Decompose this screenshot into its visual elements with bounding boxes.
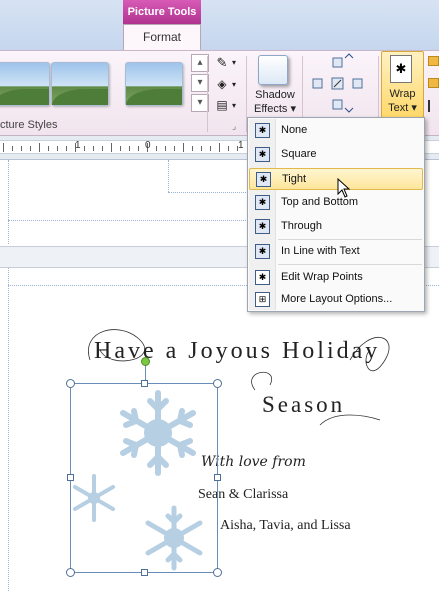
wrap-inline-icon: ✱ <box>255 244 270 259</box>
resize-handle-right[interactable] <box>214 474 221 481</box>
ruler-label: 1 <box>75 140 81 151</box>
menu-item-label: Through <box>281 220 322 232</box>
chevron-down-icon: ▾ <box>232 58 237 67</box>
ruler-tick <box>12 146 13 151</box>
picture-tools-tab-group: Picture Tools <box>123 0 201 24</box>
shadow-effects-icon <box>258 55 288 85</box>
ruler-tick <box>3 143 4 152</box>
align-icon[interactable] <box>428 100 439 112</box>
picture-selection-frame[interactable] <box>70 383 218 573</box>
menu-item-label: Edit Wrap Points <box>281 271 363 283</box>
menu-item-label: In Line with Text <box>281 245 360 257</box>
picture-style-thumbnail[interactable] <box>51 62 109 106</box>
menu-item-in-line-with-text[interactable]: ✱ In Line with Text <box>249 241 423 263</box>
dialog-launcher-icon[interactable]: ⌟ <box>232 121 236 132</box>
resize-handle-bottom-left[interactable] <box>66 568 75 577</box>
tab-format[interactable]: Format <box>123 24 201 50</box>
picture-style-thumbnail[interactable] <box>0 62 50 106</box>
margin-guide <box>168 192 248 193</box>
wrap-text-label: Text ▾ <box>388 102 417 114</box>
wrap-text-menu: ✱ None ✱ Square ✱ Tight ✱ Top and Bottom… <box>247 117 425 312</box>
rotate-handle[interactable] <box>141 357 150 366</box>
menu-item-more-layout-options[interactable]: ⊞ More Layout Options... <box>249 289 423 311</box>
edit-wrap-points-icon: ✱ <box>255 270 270 285</box>
ruler-tick <box>120 146 121 151</box>
menu-item-label: None <box>281 124 308 136</box>
menu-item-label: Square <box>281 148 317 160</box>
menu-item-label: Tight <box>282 173 307 185</box>
resize-handle-bottom[interactable] <box>141 569 148 576</box>
ruler-tick <box>183 143 184 152</box>
menu-item-tight[interactable]: ✱ Tight <box>249 168 423 190</box>
resize-handle-top-right[interactable] <box>213 379 222 388</box>
ruler-tick <box>30 146 31 151</box>
ruler-tick <box>111 143 112 152</box>
wrap-tight-icon: ✱ <box>256 172 271 187</box>
group-divider <box>207 56 208 132</box>
picture-border-icon[interactable]: ✎ <box>211 55 233 73</box>
chevron-down-icon: ▾ <box>232 101 237 110</box>
picture-style-thumbnail[interactable] <box>125 62 183 106</box>
menu-item-label: More Layout Options... <box>281 293 393 305</box>
picture-styles-group-label: cture Styles <box>0 119 58 131</box>
wrap-text-label: Wrap <box>389 88 416 100</box>
margin-guide <box>8 160 9 244</box>
ruler-label: 0 <box>145 140 151 151</box>
ruler-tick <box>165 146 166 151</box>
margin-guide <box>8 268 9 591</box>
ruler-tick <box>102 146 103 151</box>
mouse-cursor-icon <box>337 178 351 198</box>
menu-separator <box>278 239 422 240</box>
picture-layout-icon[interactable]: ▤ <box>211 98 233 116</box>
wrap-top-bottom-icon: ✱ <box>255 195 270 210</box>
wrap-square-icon: ✱ <box>255 147 270 162</box>
ruler-tick <box>192 146 193 151</box>
greeting-title-line2: Season <box>262 392 346 417</box>
ruler-tick <box>138 146 139 151</box>
wrap-text-icon: ✱ <box>390 55 412 83</box>
ruler-tick <box>48 146 49 151</box>
wrap-through-icon: ✱ <box>255 219 270 234</box>
ruler-tick <box>21 146 22 151</box>
menu-separator <box>278 264 422 265</box>
ruler-tick <box>39 143 40 152</box>
bring-forward-icon[interactable] <box>428 56 439 66</box>
send-backward-icon[interactable] <box>428 78 439 88</box>
layout-options-icon: ⊞ <box>255 292 270 307</box>
menu-item-through[interactable]: ✱ Through <box>249 216 423 238</box>
ruler-tick <box>84 146 85 151</box>
ruler-tick <box>129 146 130 151</box>
ruler-tick <box>66 146 67 151</box>
chevron-down-icon: ▾ <box>232 80 237 89</box>
resize-handle-top-left[interactable] <box>66 379 75 388</box>
menu-item-top-and-bottom[interactable]: ✱ Top and Bottom <box>249 192 423 214</box>
margin-guide <box>8 220 248 221</box>
greeting-title-line1: Have a Joyous Holiday <box>94 338 381 364</box>
ruler-tick <box>93 146 94 151</box>
resize-handle-left[interactable] <box>67 474 74 481</box>
ribbon-tab-bar <box>0 0 439 50</box>
menu-item-none[interactable]: ✱ None <box>249 120 423 142</box>
menu-item-edit-wrap-points[interactable]: ✱ Edit Wrap Points <box>249 267 423 289</box>
resize-handle-top[interactable] <box>141 380 148 387</box>
ruler-tick <box>219 143 220 152</box>
picture-effects-icon[interactable]: ◈ <box>211 77 233 95</box>
wrap-none-icon: ✱ <box>255 123 270 138</box>
ruler-tick <box>228 146 229 151</box>
shadow-nudge-controls[interactable] <box>305 52 377 118</box>
ruler-tick <box>174 146 175 151</box>
ruler-tick <box>156 146 157 151</box>
ruler-tick <box>57 146 58 151</box>
names-line2: Aisha, Tavia, and Lissa <box>220 518 351 533</box>
shadow-effects-label: Effects ▾ <box>253 103 296 115</box>
margin-guide <box>168 160 169 192</box>
shadow-effects-label: Shadow <box>255 89 295 101</box>
ruler-tick <box>210 146 211 151</box>
ruler-label: 1 <box>238 140 244 151</box>
menu-item-square[interactable]: ✱ Square <box>249 144 423 166</box>
ruler-tick <box>201 146 202 151</box>
resize-handle-bottom-right[interactable] <box>213 568 222 577</box>
